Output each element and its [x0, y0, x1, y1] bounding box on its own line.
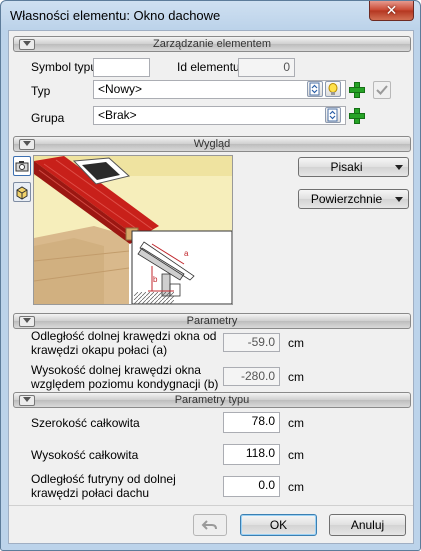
total-height-label: Wysokość całkowita — [31, 448, 139, 462]
preview-image: a b — [33, 155, 233, 305]
pens-label: Pisaki — [330, 160, 363, 174]
document-arrows-icon — [309, 82, 320, 96]
view-3d-tab[interactable] — [13, 156, 31, 176]
title-bar[interactable]: Własności elementu: Okno dachowe ✕ — [1, 1, 420, 29]
total-height-input[interactable]: 118.0 — [223, 444, 280, 465]
add-type-button[interactable] — [348, 81, 366, 99]
group-value: <Brak> — [98, 108, 137, 122]
confirm-type-button[interactable] — [373, 81, 391, 99]
total-height-unit: cm — [288, 448, 304, 462]
camera-icon — [15, 161, 29, 172]
symbol-label: Symbol typu — [31, 60, 98, 74]
undo-icon — [201, 520, 217, 530]
roof-window-illustration: a b — [34, 156, 232, 304]
pens-dropdown[interactable]: Pisaki — [298, 157, 409, 177]
checkmark-icon — [376, 85, 388, 95]
distance-field: -59.0 — [223, 333, 280, 352]
add-group-button[interactable] — [348, 107, 366, 125]
distance-unit: cm — [288, 336, 304, 350]
height-unit: cm — [288, 370, 304, 384]
surfaces-label: Powierzchnie — [310, 192, 383, 206]
dialog-window: Własności elementu: Okno dachowe ✕ Zarzą… — [0, 0, 421, 551]
dialog-client: Zarządzanie elementem Symbol typu Id ele… — [8, 30, 414, 544]
type-picker-button[interactable] — [307, 81, 323, 97]
width-input[interactable]: 78.0 — [223, 412, 280, 433]
lightbulb-icon — [328, 83, 338, 95]
section-parameters[interactable]: Parametry — [13, 313, 411, 329]
type-value: <Nowy> — [98, 82, 143, 96]
distance-label: Odległość dolnej krawędzi okna od krawęd… — [31, 329, 217, 357]
id-label: Id elementu — [177, 60, 240, 74]
footer-divider — [9, 505, 413, 506]
height-label: Wysokość dolnej krawędzi okna względem p… — [31, 363, 219, 391]
width-unit: cm — [288, 416, 304, 430]
group-picker-button[interactable] — [325, 107, 341, 123]
frame-distance-input[interactable]: 0.0 — [223, 476, 280, 497]
symbol-input[interactable] — [93, 58, 150, 77]
close-icon: ✕ — [385, 2, 398, 19]
section-appearance[interactable]: Wygląd — [13, 136, 411, 152]
section-management-title: Zarządzanie elementem — [152, 38, 271, 50]
cancel-button[interactable]: Anuluj — [329, 514, 406, 536]
chevron-down-icon — [395, 165, 403, 170]
ok-button[interactable]: OK — [240, 514, 317, 536]
box-icon — [16, 186, 28, 200]
group-select[interactable]: <Brak> — [93, 106, 346, 125]
chevron-down-icon — [395, 197, 403, 202]
id-field: 0 — [238, 58, 295, 77]
undo-button[interactable] — [193, 514, 227, 536]
width-label: Szerokość całkowita — [31, 416, 140, 430]
group-label: Grupa — [31, 111, 65, 125]
view-box-tab[interactable] — [13, 182, 31, 202]
section-management[interactable]: Zarządzanie elementem — [13, 36, 411, 52]
section-type-parameters[interactable]: Parametry typu — [13, 392, 411, 408]
frame-distance-unit: cm — [288, 480, 304, 494]
frame-distance-label: Odległość futryny od dolnej krawędzi poł… — [31, 472, 176, 500]
section-appearance-title: Wygląd — [193, 138, 231, 150]
close-button[interactable]: ✕ — [369, 1, 414, 21]
type-bulb-button[interactable] — [325, 81, 341, 97]
type-label: Typ — [31, 84, 51, 98]
window-title: Własności elementu: Okno dachowe — [10, 8, 221, 23]
diagram-label-b: b — [153, 275, 158, 284]
section-type-parameters-title: Parametry typu — [174, 394, 250, 406]
height-field: -280.0 — [223, 367, 280, 386]
document-arrows-icon — [327, 108, 338, 122]
diagram-label-a: a — [184, 249, 189, 258]
surfaces-dropdown[interactable]: Powierzchnie — [298, 189, 409, 209]
section-parameters-title: Parametry — [186, 315, 238, 327]
